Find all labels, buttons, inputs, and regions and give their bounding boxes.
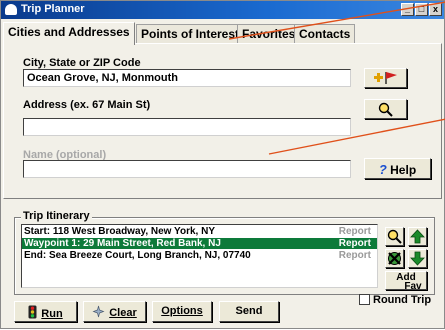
zoom-icon (387, 229, 402, 244)
round-trip-label: Round Trip (373, 294, 432, 306)
row-text: Start: 118 West Broadway, New York, NY (24, 226, 215, 237)
flag-add-icon (373, 72, 397, 84)
row-text: End: Sea Breeze Court, Long Branch, NJ, … (24, 250, 251, 261)
help-button[interactable]: ? Help (364, 158, 431, 179)
itinerary-label: Trip Itinerary (21, 210, 92, 222)
clear-button-label: Clear (109, 307, 137, 319)
run-button-label: Run (41, 308, 63, 320)
trip-planner-window: Trip Planner _ □ x Cities and Addresses Po… (0, 0, 445, 329)
add-location-button[interactable] (364, 68, 407, 88)
traffic-light-icon (28, 305, 37, 319)
options-button[interactable]: Options (152, 301, 212, 322)
window-icon (5, 4, 17, 15)
magnifier-icon (378, 102, 393, 117)
send-button[interactable]: Send (219, 301, 279, 322)
itinerary-row-start[interactable]: Start: 118 West Broadway, New York, NY R… (22, 226, 377, 237)
maximize-button[interactable]: □ (415, 3, 428, 16)
close-button[interactable]: x (429, 3, 442, 16)
minimize-button[interactable]: _ (401, 3, 414, 16)
name-field[interactable] (23, 160, 351, 178)
delete-stop-button[interactable] (385, 249, 404, 268)
options-button-label: Options (161, 305, 203, 317)
add-favorite-button[interactable]: Add Fav (385, 271, 427, 292)
help-button-label: Help (390, 163, 417, 177)
tab-favorites[interactable]: Favorites (237, 24, 301, 43)
window-title: Trip Planner (21, 3, 85, 15)
run-button[interactable]: Run (14, 301, 77, 322)
add-fav-line2: Fav (404, 281, 422, 292)
report-link[interactable]: Report (339, 250, 371, 261)
tab-cities-addresses[interactable]: Cities and Addresses (3, 22, 135, 45)
report-link[interactable]: Report (339, 238, 371, 249)
find-address-button[interactable] (364, 99, 407, 119)
eraser-icon (92, 305, 105, 318)
move-up-button[interactable] (408, 227, 427, 246)
send-button-label: Send (235, 305, 263, 317)
itinerary-list[interactable]: Start: 118 West Broadway, New York, NY R… (21, 224, 378, 288)
up-arrow-icon (410, 229, 425, 244)
row-text: Waypoint 1: 29 Main Street, Red Bank, NJ (24, 238, 221, 249)
tab-contacts[interactable]: Contacts (294, 24, 356, 43)
round-trip-checkbox[interactable] (359, 294, 370, 305)
tab-points-of-interest[interactable]: Points of Interest (136, 24, 245, 43)
move-down-button[interactable] (408, 249, 427, 268)
address-field[interactable] (23, 118, 351, 136)
city-field[interactable]: Ocean Grove, NJ, Monmouth (23, 69, 351, 87)
title-bar[interactable]: Trip Planner _ □ x (1, 1, 444, 19)
down-arrow-icon (410, 251, 425, 266)
address-label: Address (ex. 67 Main St) (23, 99, 151, 111)
report-link[interactable]: Report (339, 226, 371, 237)
itinerary-row-end[interactable]: End: Sea Breeze Court, Long Branch, NJ, … (22, 250, 377, 261)
round-trip-option[interactable]: Round Trip (359, 294, 431, 306)
city-label: City, State or ZIP Code (23, 57, 141, 69)
itinerary-row-waypoint[interactable]: Waypoint 1: 29 Main Street, Red Bank, NJ… (22, 238, 377, 249)
delete-icon (388, 252, 401, 265)
clear-button[interactable]: Clear (83, 301, 146, 322)
help-icon: ? (378, 162, 387, 177)
zoom-stop-button[interactable] (385, 227, 404, 246)
window-controls: _ □ x (400, 3, 442, 16)
